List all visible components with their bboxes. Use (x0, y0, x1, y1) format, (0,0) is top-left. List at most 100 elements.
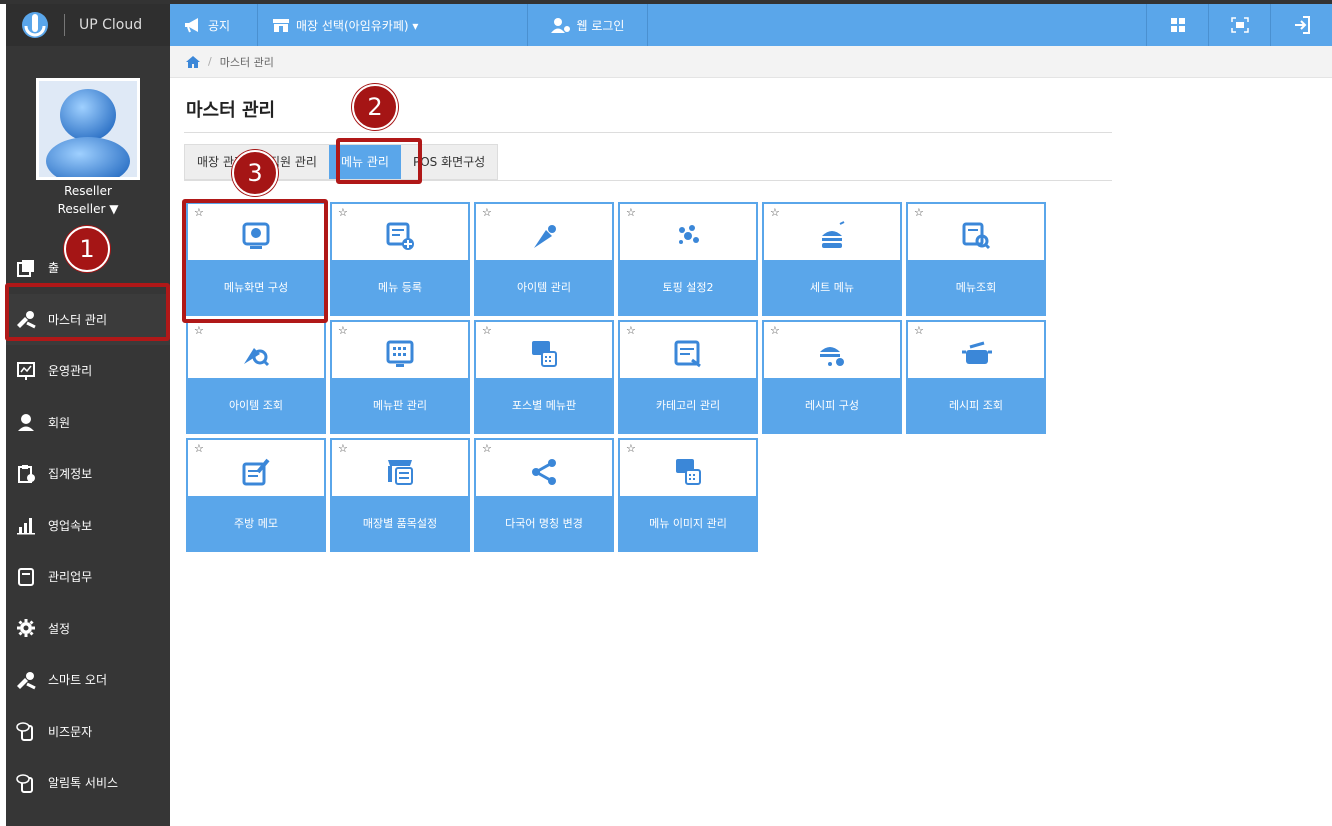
menu-tile[interactable]: ☆ 카테고리 관리 (618, 320, 758, 434)
sidebar-item-label: 스마트 오더 (48, 673, 108, 688)
menu-tile[interactable]: ☆ 메뉴 이미지 관리 (618, 438, 758, 552)
breadcrumb: / 마스터 관리 (170, 46, 1332, 78)
menu-tile[interactable]: ☆ 세트 메뉴 (762, 202, 902, 316)
menu-tile-label: 포스별 메뉴판 (476, 378, 612, 432)
user-avatar-icon (46, 89, 130, 177)
sidebar-item-label: 출 (48, 261, 60, 276)
web-login-button[interactable]: 웹 로그인 (528, 4, 648, 46)
menu-tile-label: 카테고리 관리 (620, 378, 756, 432)
menu-tile-label: 세트 메뉴 (764, 260, 900, 314)
menu-search-icon (908, 216, 1044, 256)
menu-tile[interactable]: ☆ 레시피 조회 (906, 320, 1046, 434)
sidebar-item-alimtalk[interactable]: 알림톡 서비스 (6, 757, 170, 809)
menu-tile-label: 메뉴 등록 (332, 260, 468, 314)
user-gear-icon (550, 18, 570, 33)
item-search-icon (188, 334, 324, 374)
callout-1: 1 (64, 226, 110, 272)
breadcrumb-separator: / (208, 55, 212, 68)
sidebar-item-biz-message[interactable]: 비즈문자 (6, 706, 170, 758)
menu-tile-label: 아이템 조회 (188, 378, 324, 432)
notice-label: 공지 (208, 18, 231, 33)
callout-2: 2 (352, 84, 398, 130)
logout-button[interactable] (1270, 4, 1332, 46)
store-icon (273, 19, 289, 32)
brand-divider (64, 14, 65, 36)
highlight-tab-menu (336, 138, 422, 184)
top-bar: 공지 매장 선택(아임유카페) ▾ 웹 로그인 (170, 4, 1332, 46)
sidebar-item-aggregate[interactable]: 집계정보 (6, 448, 170, 500)
menu-tile-label: 레시피 조회 (908, 378, 1044, 432)
menu-tile[interactable]: ☆ 아이템 관리 (474, 202, 614, 316)
menu-tile-label: 레시피 구성 (764, 378, 900, 432)
sidebar-item-operations[interactable]: 운영관리 (6, 345, 170, 397)
recipe-search-icon (908, 334, 1044, 374)
menu-tile-label: 메뉴조회 (908, 260, 1044, 314)
user-role-dropdown[interactable]: Reseller ▼ (6, 202, 170, 216)
sidebar: UP Cloud Reseller Reseller ▼ 출 마스터 관리 운영… (6, 4, 170, 826)
bar-chart-icon (14, 513, 38, 537)
store-select-label: 매장 선택(아임유카페) ▾ (296, 18, 419, 33)
megaphone-icon (185, 18, 198, 33)
tabs-divider (184, 180, 1112, 181)
page-title: 마스터 관리 (186, 100, 276, 121)
item-manage-icon (476, 216, 612, 256)
notice-button[interactable]: 공지 (170, 4, 258, 46)
callout-3: 3 (232, 150, 278, 196)
sidebar-item-label: 집계정보 (48, 467, 93, 482)
grid-icon (1170, 18, 1185, 32)
category-icon (620, 334, 756, 374)
topping-icon (620, 216, 756, 256)
menu-tile[interactable]: ☆ 메뉴조회 (906, 202, 1046, 316)
dashboard-button[interactable] (1146, 4, 1208, 46)
sidebar-item-label: 알림톡 서비스 (48, 776, 119, 791)
sidebar-item-label: 영업속보 (48, 518, 93, 533)
gear-icon (14, 616, 38, 640)
menu-tile-label: 토핑 설정2 (620, 260, 756, 314)
brand-name: UP Cloud (79, 17, 143, 33)
menu-tile-label: 다국어 명칭 변경 (476, 496, 612, 550)
sidebar-item-settings[interactable]: 설정 (6, 603, 170, 655)
message-phone-icon (14, 771, 38, 795)
kitchen-memo-icon (188, 452, 324, 492)
menu-tile-label: 메뉴판 관리 (332, 378, 468, 432)
menu-tile-label: 주방 메모 (188, 496, 324, 550)
menu-tile[interactable]: ☆ 메뉴판 관리 (330, 320, 470, 434)
fullscreen-button[interactable] (1208, 4, 1270, 46)
copy-icon (14, 256, 38, 280)
tools-icon (14, 668, 38, 692)
menu-tile-label: 아이템 관리 (476, 260, 612, 314)
sign-in-icon (1294, 16, 1310, 34)
menu-tile[interactable]: ☆ 토핑 설정2 (618, 202, 758, 316)
user-name: Reseller (64, 184, 112, 198)
clipboard-icon (14, 462, 38, 486)
store-select-dropdown[interactable]: 매장 선택(아임유카페) ▾ (258, 4, 528, 46)
highlight-sidebar-master (5, 283, 170, 341)
sidebar-item-label: 설정 (48, 621, 71, 636)
menu-tile-label: 매장별 품목설정 (332, 496, 468, 550)
menuboard-icon (332, 334, 468, 374)
sidebar-item-smart-order[interactable]: 스마트 오더 (6, 654, 170, 706)
recipe-config-icon (764, 334, 900, 374)
avatar[interactable] (36, 78, 140, 180)
sidebar-item-label: 운영관리 (48, 364, 93, 379)
menu-tile[interactable]: ☆ 아이템 조회 (186, 320, 326, 434)
upcloud-logo-icon (22, 12, 48, 38)
sidebar-item-sales-report[interactable]: 영업속보 (6, 500, 170, 552)
user-icon (14, 410, 38, 434)
set-menu-icon (764, 216, 900, 256)
home-icon[interactable] (186, 55, 200, 68)
sidebar-item-admin-tasks[interactable]: 관리업무 (6, 551, 170, 603)
menu-tile[interactable]: ☆ 다국어 명칭 변경 (474, 438, 614, 552)
menu-tile[interactable]: ☆ 레시피 구성 (762, 320, 902, 434)
menu-tile[interactable]: ☆ 메뉴 등록 (330, 202, 470, 316)
brand-header[interactable]: UP Cloud (6, 4, 170, 46)
menu-tile[interactable]: ☆ 주방 메모 (186, 438, 326, 552)
title-divider (184, 132, 1112, 133)
highlight-tile-menu-screen (182, 199, 328, 323)
sidebar-item-members[interactable]: 회원 (6, 397, 170, 449)
web-login-label: 웹 로그인 (576, 18, 625, 33)
store-item-icon (332, 452, 468, 492)
sidebar-item-label: 비즈문자 (48, 724, 93, 739)
menu-tile[interactable]: ☆ 포스별 메뉴판 (474, 320, 614, 434)
menu-tile[interactable]: ☆ 매장별 품목설정 (330, 438, 470, 552)
